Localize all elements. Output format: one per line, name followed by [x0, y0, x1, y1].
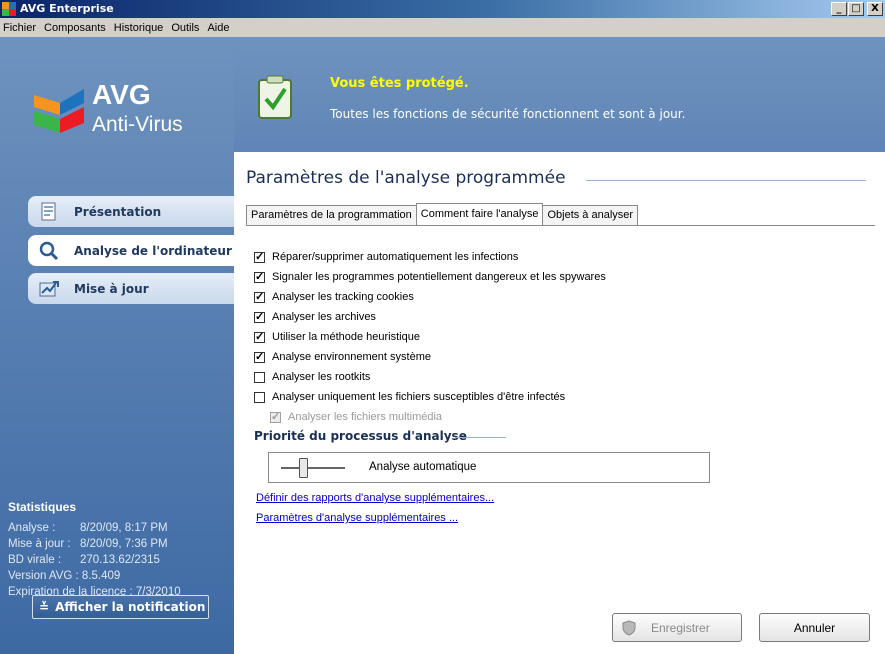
priority-divider: [456, 437, 506, 438]
title-divider: [586, 180, 866, 181]
page-title: Paramètres de l'analyse programmée: [246, 168, 566, 188]
minimize-button[interactable]: _: [831, 2, 847, 16]
stat-value: 270.13.62/2315: [80, 554, 160, 566]
statistics-title: Statistiques: [8, 500, 77, 514]
checkbox[interactable]: [254, 350, 265, 363]
option-label: Analyser les archives: [272, 311, 376, 323]
nav-label: Analyse de l'ordinateur: [74, 243, 232, 258]
tab-divider: [246, 225, 875, 226]
nav-label: Mise à jour: [74, 281, 149, 296]
option-rootkits[interactable]: Analyser les rootkits: [254, 367, 606, 387]
priority-value: Analyse automatique: [369, 461, 477, 473]
shield-icon: [622, 619, 636, 636]
save-label: Enregistrer: [651, 620, 710, 635]
option-label: Signaler les programmes potentiellement …: [272, 271, 606, 283]
option-label: Analyser les rootkits: [272, 371, 371, 383]
checkbox[interactable]: [254, 310, 265, 323]
priority-slider-track[interactable]: [281, 467, 345, 469]
status-title: Vous êtes protégé.: [330, 76, 469, 91]
title-bar: AVG Enterprise _ □ X: [0, 0, 885, 18]
option-label: Analyser les fichiers multimédia: [288, 411, 443, 423]
stat-row: Analyse : 8/20/09, 8:17 PM: [8, 520, 228, 536]
nav-item-analyse[interactable]: Analyse de l'ordinateur: [28, 235, 234, 266]
checkbox[interactable]: [254, 371, 265, 383]
status-header: Vous êtes protégé. Toutes les fonctions …: [234, 37, 885, 152]
stat-key: BD virale :: [8, 554, 62, 566]
stat-value: 8/20/09, 7:36 PM: [80, 538, 168, 550]
option-reparer[interactable]: Réparer/supprimer automatiquement les in…: [254, 247, 606, 267]
close-button[interactable]: X: [867, 2, 883, 16]
option-multimedia: Analyser les fichiers multimédia: [270, 407, 606, 427]
update-icon: [38, 278, 60, 300]
priority-title: Priorité du processus d'analyse: [254, 429, 467, 443]
option-fichiers-infectes[interactable]: Analyser uniquement les fichiers suscept…: [254, 387, 606, 407]
option-label: Analyser les tracking cookies: [272, 291, 414, 303]
priority-slider-handle[interactable]: [299, 458, 308, 478]
checkbox[interactable]: [254, 250, 265, 263]
tab-comment-analyse[interactable]: Comment faire l'analyse: [415, 203, 544, 225]
avg-logo: AVG Anti-Virus: [30, 77, 210, 143]
options-list: Réparer/supprimer automatiquement les in…: [254, 247, 606, 427]
cancel-button[interactable]: Annuler: [759, 613, 870, 642]
link-parametres-supplementaires[interactable]: Paramètres d'analyse supplémentaires ...: [256, 512, 458, 524]
protected-check-icon: [258, 75, 292, 119]
statistics-panel: Statistiques Analyse : 8/20/09, 8:17 PM M…: [8, 500, 228, 600]
link-rapports-supplementaires[interactable]: Définir des rapports d'analyse supplémen…: [256, 492, 494, 504]
checkbox[interactable]: [254, 330, 265, 343]
document-icon: [38, 201, 60, 223]
avg-logo-mark-icon: [34, 89, 84, 133]
tab-programmation[interactable]: Paramètres de la programmation: [246, 205, 417, 225]
menu-bar: Fichier Composants Historique Outils Aid…: [0, 18, 885, 37]
nav-item-mise-a-jour[interactable]: Mise à jour: [28, 273, 234, 304]
stat-version: Version AVG : 8.5.409: [8, 570, 121, 582]
menu-fichier[interactable]: Fichier: [3, 22, 41, 34]
checkbox[interactable]: [254, 290, 265, 303]
menu-composants[interactable]: Composants: [44, 22, 111, 34]
show-notification-button[interactable]: ≚ Afficher la notification: [32, 595, 209, 619]
left-panel: AVG Anti-Virus Présentation Analyse de l…: [0, 37, 234, 654]
logo-brand: AVG: [92, 79, 151, 110]
stat-value: 8/20/09, 8:17 PM: [80, 522, 168, 534]
status-text: Toutes les fonctions de sécurité fonctio…: [330, 107, 686, 121]
chevron-down-icon: ≚: [39, 600, 50, 614]
tab-objets[interactable]: Objets à analyser: [542, 205, 639, 225]
option-label: Utiliser la méthode heuristique: [272, 331, 420, 343]
window-title: AVG Enterprise: [20, 2, 114, 15]
save-button[interactable]: Enregistrer: [612, 613, 742, 642]
nav-label: Présentation: [74, 204, 162, 219]
stat-key: Mise à jour :: [8, 538, 71, 550]
main-content: Paramètres de l'analyse programmée Param…: [234, 152, 885, 654]
stat-row: BD virale : 270.13.62/2315: [8, 552, 228, 568]
tab-bar: Paramètres de la programmation Comment f…: [246, 203, 639, 225]
logo-product: Anti-Virus: [92, 113, 183, 136]
menu-historique[interactable]: Historique: [114, 22, 169, 34]
magnifier-icon: [38, 240, 60, 262]
option-environnement[interactable]: Analyse environnement système: [254, 347, 606, 367]
checkbox-disabled: [270, 410, 281, 423]
stat-key: Analyse :: [8, 522, 56, 534]
stat-row: Mise à jour : 8/20/09, 7:36 PM: [8, 536, 228, 552]
option-label: Réparer/supprimer automatiquement les in…: [272, 251, 519, 263]
option-label: Analyse environnement système: [272, 351, 431, 363]
notification-label: Afficher la notification: [55, 600, 206, 614]
option-signaler[interactable]: Signaler les programmes potentiellement …: [254, 267, 606, 287]
option-tracking-cookies[interactable]: Analyser les tracking cookies: [254, 287, 606, 307]
menu-aide[interactable]: Aide: [207, 22, 234, 34]
avg-app-icon: [2, 2, 16, 16]
nav-item-presentation[interactable]: Présentation: [28, 196, 234, 227]
menu-outils[interactable]: Outils: [171, 22, 204, 34]
checkbox[interactable]: [254, 270, 265, 283]
maximize-button[interactable]: □: [848, 2, 864, 16]
option-heuristique[interactable]: Utiliser la méthode heuristique: [254, 327, 606, 347]
option-archives[interactable]: Analyser les archives: [254, 307, 606, 327]
priority-control: Analyse automatique: [268, 452, 710, 483]
checkbox[interactable]: [254, 391, 265, 403]
option-label: Analyser uniquement les fichiers suscept…: [272, 391, 566, 403]
